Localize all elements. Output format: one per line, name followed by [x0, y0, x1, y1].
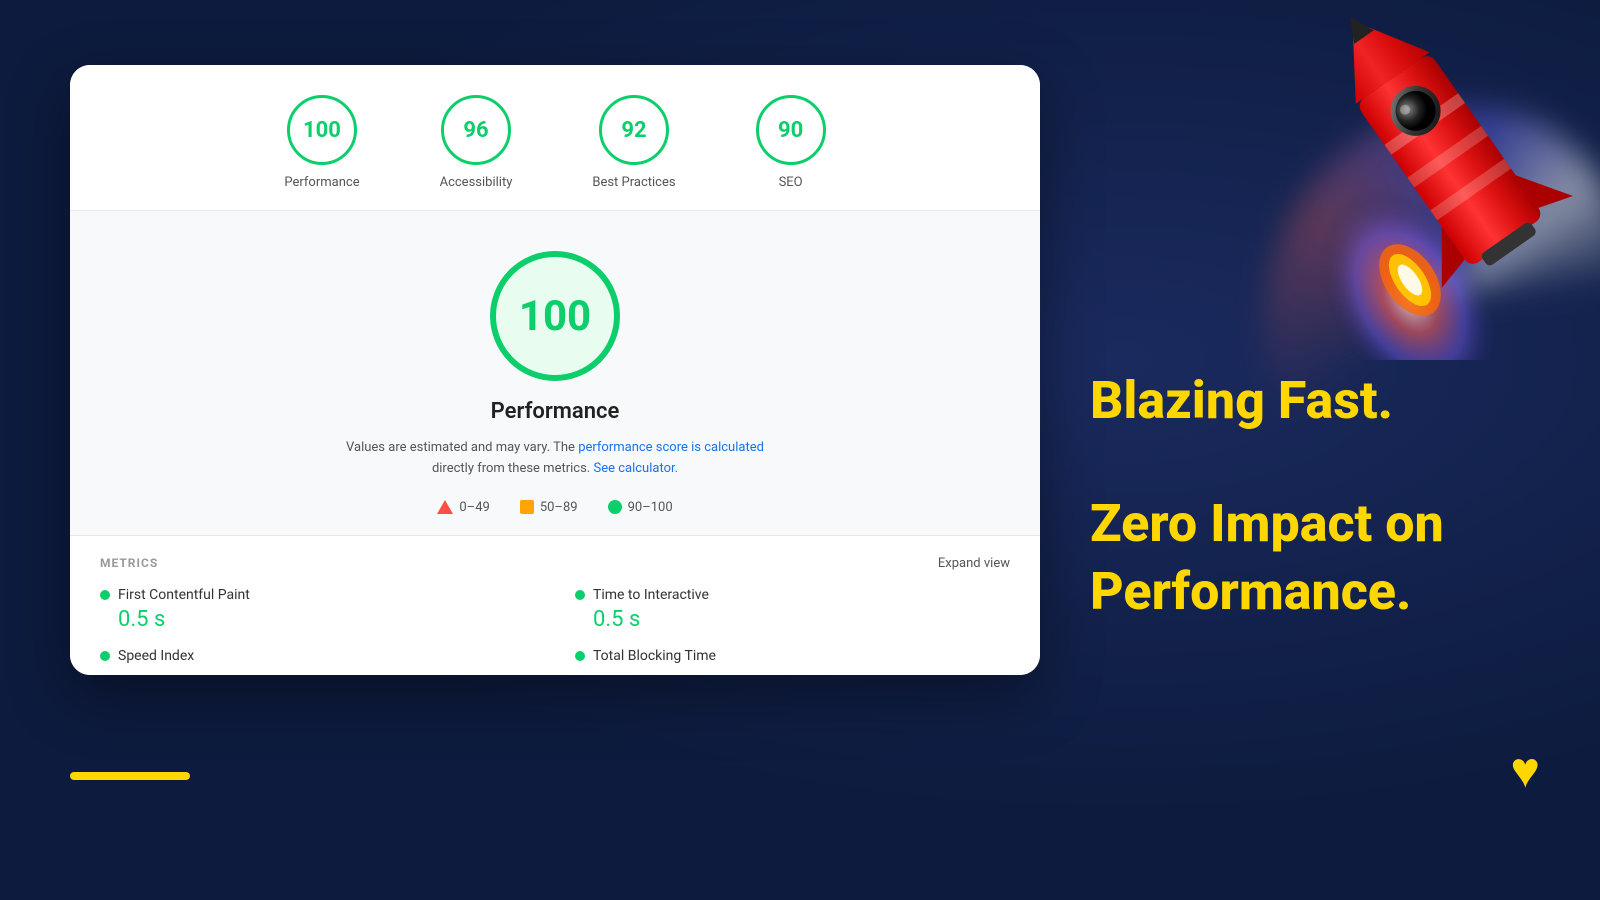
metric-si: Speed Index	[100, 648, 535, 668]
rocket-container	[1290, 0, 1590, 360]
metrics-title: METRICS	[100, 556, 158, 570]
metric-tti-value: 0.5 s	[575, 607, 1010, 632]
metric-si-label-row: Speed Index	[100, 648, 535, 664]
metrics-section: METRICS Expand view First Contentful Pai…	[70, 535, 1040, 675]
zero-impact-heading: Zero Impact on Performance.	[1090, 490, 1444, 625]
legend-red: 0–49	[437, 500, 489, 515]
metric-tbt-dot	[575, 651, 585, 661]
score-label-seo: SEO	[779, 175, 803, 190]
score-circle-seo: 90	[756, 95, 826, 165]
metrics-header: METRICS Expand view	[100, 556, 1010, 571]
metric-tbt-name: Total Blocking Time	[593, 648, 716, 664]
metric-fcp-dot	[100, 590, 110, 600]
score-calc-link[interactable]: performance score is calculated	[578, 440, 764, 455]
metric-fcp-label-row: First Contentful Paint	[100, 587, 535, 603]
metric-fcp-value: 0.5 s	[100, 607, 535, 632]
metric-tti-dot	[575, 590, 585, 600]
metric-si-dot	[100, 651, 110, 661]
metric-tbt: Total Blocking Time	[575, 648, 1010, 668]
blazing-fast-heading: Blazing Fast.	[1090, 370, 1393, 432]
heart-icon: ♥	[1510, 741, 1540, 800]
score-description: Values are estimated and may vary. The p…	[346, 438, 764, 480]
score-seo: 90 SEO	[756, 95, 826, 190]
score-circle-performance: 100	[287, 95, 357, 165]
metric-tti: Time to Interactive 0.5 s	[575, 587, 1010, 632]
legend-red-icon	[437, 500, 453, 514]
bottom-bar	[70, 772, 190, 780]
legend-green-icon	[608, 500, 622, 514]
metric-tti-name: Time to Interactive	[593, 587, 709, 603]
expand-view-button[interactable]: Expand view	[938, 556, 1010, 571]
score-circle-accessibility: 96	[441, 95, 511, 165]
big-score-circle: 100	[490, 251, 620, 381]
legend-orange-icon	[520, 500, 534, 514]
score-performance: 100 Performance	[284, 95, 359, 190]
big-score-title: Performance	[491, 399, 620, 424]
metric-fcp: First Contentful Paint 0.5 s	[100, 587, 535, 632]
calculator-link[interactable]: See calculator.	[593, 461, 678, 476]
metric-tbt-label-row: Total Blocking Time	[575, 648, 1010, 664]
lighthouse-card: 100 Performance 96 Accessibility 92 Best…	[70, 65, 1040, 675]
legend-orange: 50–89	[520, 500, 578, 515]
score-best-practices: 92 Best Practices	[592, 95, 675, 190]
score-circle-best-practices: 92	[599, 95, 669, 165]
metrics-grid: First Contentful Paint 0.5 s Time to Int…	[100, 587, 1010, 668]
metric-fcp-name: First Contentful Paint	[118, 587, 250, 603]
score-label-accessibility: Accessibility	[440, 175, 513, 190]
rocket-svg	[1310, 0, 1590, 340]
metric-tti-label-row: Time to Interactive	[575, 587, 1010, 603]
metric-si-name: Speed Index	[118, 648, 194, 664]
legend-green: 90–100	[608, 500, 673, 515]
score-accessibility: 96 Accessibility	[440, 95, 513, 190]
score-label-performance: Performance	[284, 175, 359, 190]
main-content: 100 Performance Values are estimated and…	[70, 211, 1040, 535]
score-label-best-practices: Best Practices	[592, 175, 675, 190]
score-legend: 0–49 50–89 90–100	[437, 500, 672, 515]
scores-section: 100 Performance 96 Accessibility 92 Best…	[70, 65, 1040, 211]
